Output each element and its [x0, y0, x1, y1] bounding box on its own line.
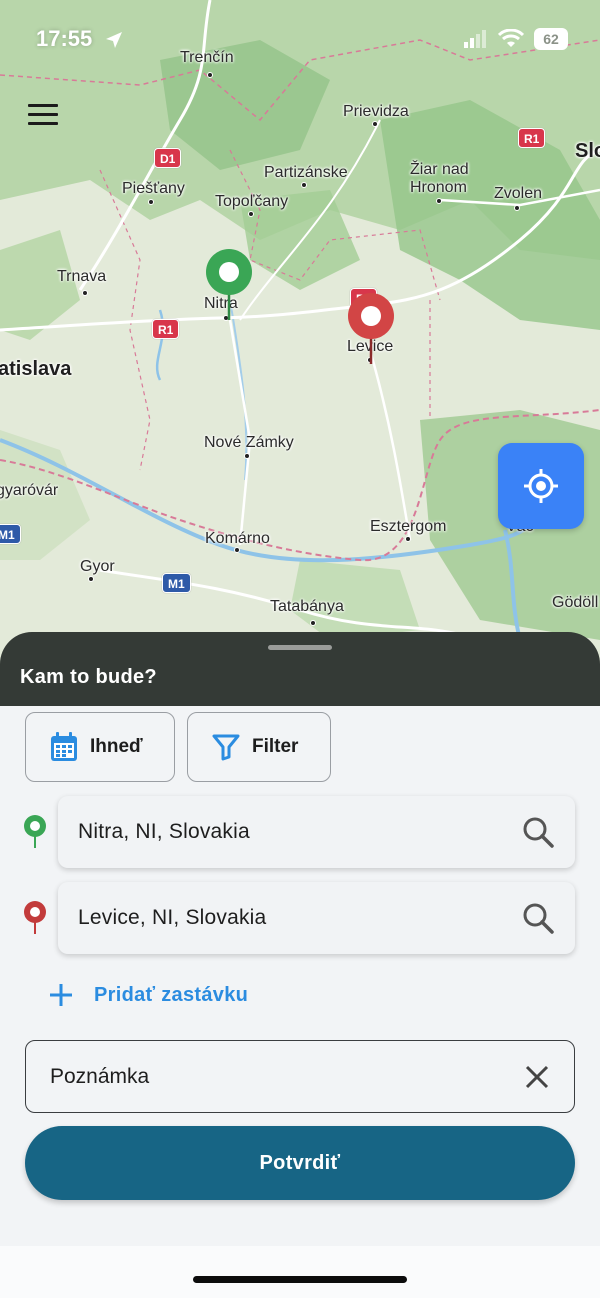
note-value: Poznámka — [50, 1064, 150, 1088]
city-label: Gyor — [80, 558, 115, 575]
search-icon[interactable] — [521, 815, 555, 849]
road-shield: R1 — [518, 128, 546, 148]
map-terrain — [0, 0, 600, 642]
signal-icon — [464, 30, 486, 48]
origin-value: Nitra, NI, Slovakia — [78, 820, 250, 843]
city-dot — [234, 547, 240, 553]
city-dot — [207, 72, 213, 78]
filter-chip[interactable]: Filter — [187, 712, 331, 782]
city-label: Trnava — [57, 268, 107, 285]
city-label: Topoľčany — [215, 193, 289, 210]
destination-pin-icon — [24, 901, 46, 934]
sheet-title: Kam to bude? — [20, 666, 157, 688]
time-chip[interactable]: Ihneď — [25, 712, 175, 782]
home-indicator[interactable] — [193, 1276, 407, 1283]
road-shield: M1 — [0, 524, 21, 544]
city-label: Prievidza — [343, 103, 409, 120]
close-icon[interactable] — [522, 1062, 552, 1092]
sheet-grabber[interactable] — [268, 645, 332, 650]
note-field[interactable]: Poznámka — [25, 1040, 575, 1113]
road-shield: D1 — [154, 148, 182, 168]
destination-field[interactable]: Levice, NI, Slovakia — [58, 882, 575, 954]
city-label: Slo — [575, 140, 600, 162]
city-label: Trenčín — [180, 49, 234, 66]
filter-chip-label: Filter — [252, 736, 299, 757]
city-dot — [82, 290, 88, 296]
bottom-sheet-header[interactable]: Kam to bude? — [0, 632, 600, 706]
city-label: Esztergom — [370, 518, 447, 535]
calendar-icon — [51, 732, 77, 761]
city-label: atislava — [0, 358, 72, 380]
status-indicators: 62 — [464, 28, 568, 50]
city-dot — [248, 211, 254, 217]
location-arrow-icon — [106, 32, 122, 48]
city-dot — [436, 198, 442, 204]
add-stop-button[interactable]: Pridať zastávku — [48, 982, 248, 1008]
city-label: Zvolen — [494, 185, 543, 202]
filter-icon — [212, 734, 240, 761]
bottom-safe-area — [0, 1246, 600, 1298]
add-stop-label: Pridať zastávku — [94, 983, 249, 1006]
road-shield: R1 — [152, 319, 180, 339]
search-icon[interactable] — [521, 901, 555, 935]
origin-field[interactable]: Nitra, NI, Slovakia — [58, 796, 575, 868]
wifi-icon — [498, 29, 524, 47]
origin-pin-icon — [24, 815, 46, 848]
city-dot — [301, 182, 307, 188]
map-view[interactable]: D1 R1 R1 R1 M1 M1 Trenčín Prievidza Part… — [0, 0, 600, 700]
plus-icon — [50, 984, 72, 1006]
city-label: Gödöll — [552, 594, 599, 611]
city-dot — [148, 199, 154, 205]
locate-me-button[interactable] — [498, 443, 584, 529]
city-label: Žiar nad — [410, 161, 469, 178]
destination-value: Levice, NI, Slovakia — [78, 906, 267, 929]
city-dot — [244, 453, 250, 459]
city-label: Komárno — [205, 530, 270, 547]
city-dot — [310, 620, 316, 626]
city-dot — [88, 576, 94, 582]
confirm-button[interactable]: Potvrdiť — [25, 1126, 575, 1200]
menu-icon[interactable] — [28, 104, 58, 128]
crosshair-icon — [524, 469, 558, 503]
status-time: 17:55 — [36, 26, 93, 51]
city-label: Piešťany — [122, 180, 185, 197]
time-chip-label: Ihneď — [90, 736, 143, 757]
city-label: Nové Zámky — [204, 434, 294, 451]
start-pin-icon[interactable] — [203, 248, 255, 322]
end-pin-icon[interactable] — [345, 292, 397, 366]
battery-indicator: 62 — [534, 28, 568, 50]
road-shield: M1 — [162, 573, 191, 593]
city-label: Partizánske — [264, 164, 348, 181]
city-label: Hronom — [410, 179, 467, 196]
confirm-label: Potvrdiť — [259, 1151, 341, 1174]
city-label: gyaróvár — [0, 482, 59, 499]
city-label: Tatabánya — [270, 598, 344, 615]
city-dot — [514, 205, 520, 211]
city-dot — [372, 121, 378, 127]
bottom-sheet: Ihneď Filter Nitra, NI, Slovakia Levice,… — [0, 706, 600, 1298]
city-dot — [405, 536, 411, 542]
